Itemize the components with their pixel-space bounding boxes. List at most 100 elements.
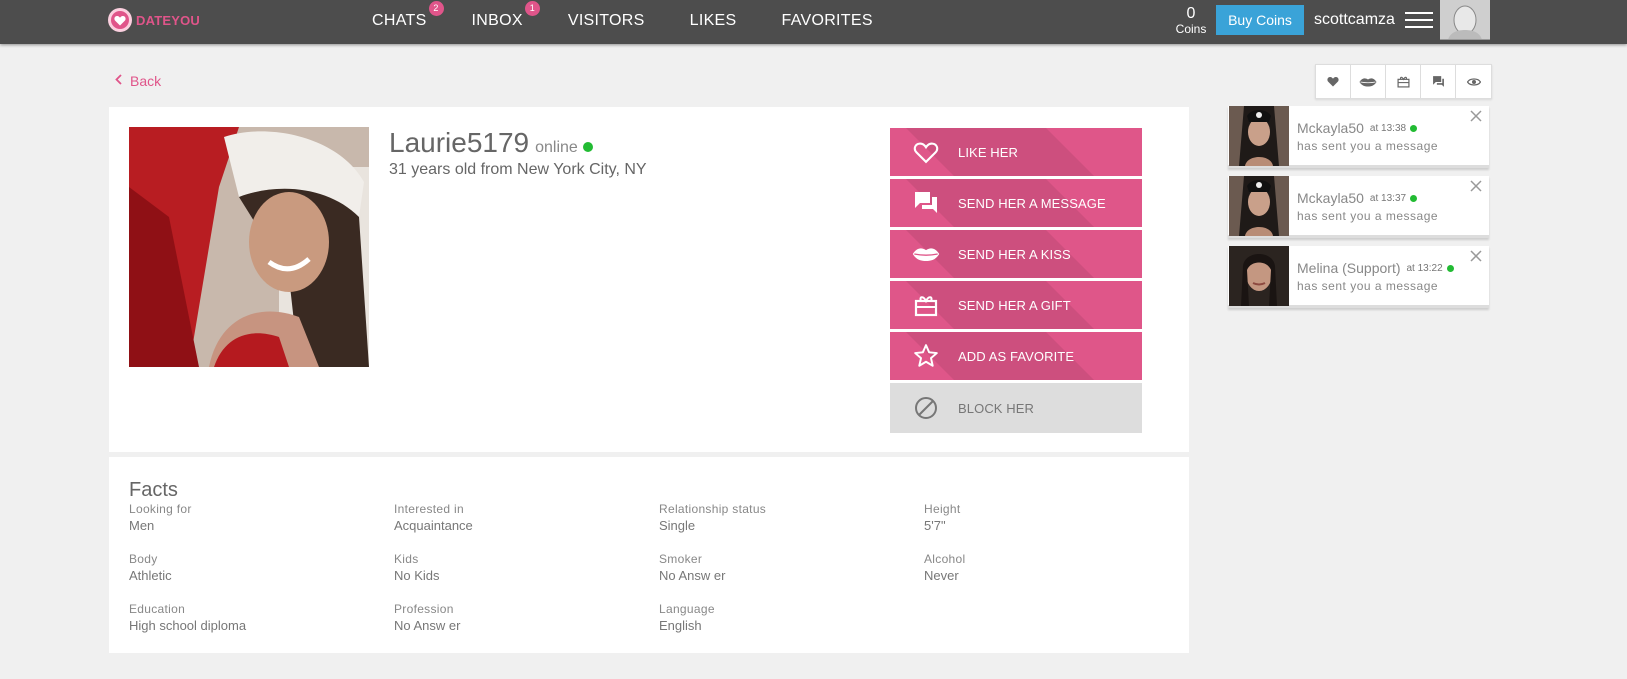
send-gift-button[interactable]: SEND HER A GIFT	[890, 281, 1142, 329]
notification-time: at 13:37	[1369, 192, 1407, 204]
close-icon[interactable]	[1469, 179, 1483, 193]
add-favorite-button[interactable]: ADD AS FAVORITE	[890, 332, 1142, 380]
fact-value: Never	[924, 568, 959, 583]
fact-label: Profession	[394, 602, 454, 616]
notification-time: at 13:38	[1369, 122, 1407, 134]
close-icon[interactable]	[1469, 109, 1483, 123]
send-message-label: SEND HER A MESSAGE	[958, 195, 1106, 211]
nav-chats-label: CHATS	[372, 12, 427, 29]
fact-label: Alcohol	[924, 552, 966, 566]
send-gift-label: SEND HER A GIFT	[958, 297, 1071, 313]
chats-count-badge: 2	[428, 1, 444, 16]
like-her-button[interactable]: LIKE HER	[890, 128, 1142, 176]
fact-value: Men	[129, 518, 155, 533]
like-her-label: LIKE HER	[958, 144, 1019, 160]
fact-value: No Answ er	[394, 618, 461, 633]
send-kiss-label: SEND HER A KISS	[958, 246, 1071, 262]
profile-header: Laurie5179 online	[389, 127, 593, 159]
notification-sender: Mckayla50	[1297, 120, 1364, 136]
nav-favorites[interactable]: FAVORITES	[782, 0, 873, 44]
fact-label: Interested in	[394, 502, 464, 516]
fact-value: Single	[659, 518, 696, 533]
fact-body: Body Athletic	[129, 552, 369, 583]
brand-name: DATEYOU	[136, 12, 200, 28]
fact-label: Relationship status	[659, 502, 767, 516]
fact-height: Height 5'7"	[924, 502, 1164, 533]
quick-action-strip	[1315, 64, 1492, 99]
nav-visitors-label: VISITORS	[567, 12, 645, 29]
nav-inbox[interactable]: INBOX 1	[472, 0, 540, 44]
heart-icon	[1327, 76, 1339, 87]
coin-count: 0	[1186, 5, 1196, 22]
star-icon	[912, 342, 940, 370]
close-icon[interactable]	[1469, 249, 1483, 263]
send-message-button[interactable]: SEND HER A MESSAGE	[890, 179, 1142, 227]
user-avatar[interactable]	[1440, 0, 1490, 40]
nav-favorites-label: FAVORITES	[781, 12, 873, 29]
username[interactable]: scottcamza	[1314, 11, 1395, 29]
heart-logo-icon	[108, 8, 132, 32]
nav-visitors[interactable]: VISITORS	[568, 0, 645, 44]
coin-balance: 0 Coins	[1172, 5, 1210, 36]
fact-alcohol: Alcohol Never	[924, 552, 1164, 583]
menu-icon[interactable]	[1405, 12, 1433, 30]
strip-visit-button[interactable]	[1456, 65, 1491, 98]
fact-label: Smoker	[659, 552, 703, 566]
fact-education: Education High school diploma	[129, 602, 369, 633]
fact-looking-for: Looking for Men	[129, 502, 369, 533]
nav-likes-label: LIKES	[689, 12, 737, 29]
block-her-button[interactable]: BLOCK HER	[890, 383, 1142, 433]
fact-value: Acquaintance	[394, 518, 473, 533]
block-icon	[912, 394, 940, 422]
notification-avatar[interactable]	[1229, 176, 1289, 236]
fact-label: Language	[659, 602, 715, 616]
kiss-icon	[912, 240, 940, 268]
chat-icon	[1432, 76, 1444, 87]
notification-header: Mckayla50 at 13:38	[1297, 120, 1418, 136]
fact-value: High school diploma	[129, 618, 247, 633]
online-indicator-icon	[1446, 264, 1454, 272]
fact-value: Athletic	[129, 568, 172, 583]
coin-label: Coins	[1175, 22, 1207, 36]
notification-item[interactable]: Melina (Support) at 13:22 has sent you a…	[1228, 246, 1489, 308]
fact-value: No Kids	[394, 568, 440, 583]
fact-interested-in: Interested in Acquaintance	[394, 502, 634, 533]
strip-like-button[interactable]	[1316, 65, 1351, 98]
nav-chats[interactable]: CHATS 2	[372, 0, 444, 44]
fact-value: English	[659, 618, 702, 633]
online-status: online	[535, 139, 578, 156]
heart-icon	[912, 138, 940, 166]
strip-kiss-button[interactable]	[1351, 65, 1386, 98]
message-icon	[912, 189, 940, 217]
back-label: Back	[130, 73, 162, 89]
notification-item[interactable]: Mckayla50 at 13:38 has sent you a messag…	[1228, 106, 1489, 168]
fact-value: No Answ er	[659, 568, 726, 583]
notification-sender: Melina (Support)	[1297, 260, 1401, 276]
chevron-left-icon	[115, 74, 122, 88]
notification-avatar[interactable]	[1229, 246, 1289, 306]
profile-card: Laurie5179 online 31 years old from New …	[109, 107, 1189, 452]
profile-actions: LIKE HER SEND HER A MESSAGE SEND HER A K…	[890, 128, 1142, 436]
notification-message: has sent you a message	[1297, 139, 1439, 153]
fact-label: Kids	[394, 552, 419, 566]
logo[interactable]: DATEYOU	[108, 8, 200, 32]
fact-label: Looking for	[129, 502, 192, 516]
online-indicator-icon	[582, 142, 593, 152]
fact-label: Education	[129, 602, 186, 616]
facts-card: Facts Looking for Men Interested in Acqu…	[109, 457, 1189, 653]
gift-icon	[912, 291, 940, 319]
notification-item[interactable]: Mckayla50 at 13:37 has sent you a messag…	[1228, 176, 1489, 238]
fact-value: 5'7"	[924, 518, 946, 533]
send-kiss-button[interactable]: SEND HER A KISS	[890, 230, 1142, 278]
kiss-icon	[1359, 77, 1377, 86]
notification-sender: Mckayla50	[1297, 190, 1364, 206]
profile-photo[interactable]	[129, 127, 369, 367]
notification-avatar[interactable]	[1229, 106, 1289, 166]
strip-message-button[interactable]	[1421, 65, 1456, 98]
eye-icon	[1466, 77, 1481, 86]
buy-coins-button[interactable]: Buy Coins	[1216, 5, 1304, 35]
strip-gift-button[interactable]	[1386, 65, 1421, 98]
nav-likes[interactable]: LIKES	[690, 0, 737, 44]
fact-smoker: Smoker No Answ er	[659, 552, 899, 583]
back-link[interactable]: Back	[115, 73, 161, 89]
